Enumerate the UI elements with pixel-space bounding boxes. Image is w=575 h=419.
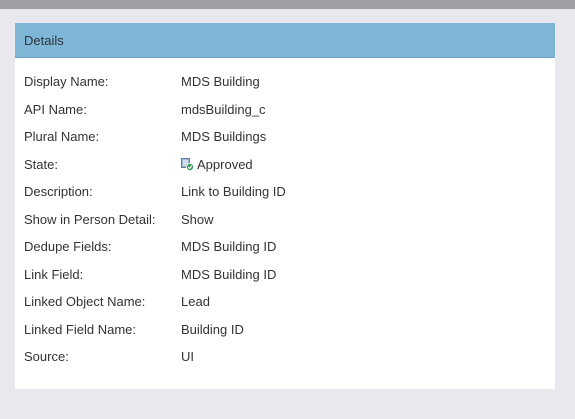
detail-value: UI: [181, 349, 194, 365]
detail-value: Building ID: [181, 321, 244, 337]
state-text: Approved: [197, 156, 253, 172]
approved-state-icon: [181, 157, 194, 171]
detail-row-source: Source: UI: [15, 343, 555, 371]
detail-value: Show: [181, 211, 214, 227]
detail-label: Show in Person Detail:: [24, 211, 156, 227]
detail-row-linked-object-name: Linked Object Name: Lead: [15, 288, 555, 316]
detail-label: Linked Field Name:: [24, 321, 136, 337]
detail-row-show-in-person-detail: Show in Person Detail: Show: [15, 206, 555, 234]
detail-row-display-name: Display Name: MDS Building: [15, 68, 555, 96]
detail-label: Source:: [24, 349, 69, 365]
detail-value: Lead: [181, 294, 210, 310]
detail-row-plural-name: Plural Name: MDS Buildings: [15, 123, 555, 151]
detail-row-state: State: Approved: [15, 151, 555, 179]
detail-value: MDS Building: [181, 74, 260, 90]
detail-value: MDS Building ID: [181, 239, 277, 255]
details-panel: Details Display Name: MDS Building API N…: [15, 23, 555, 389]
detail-value: mdsBuilding_c: [181, 101, 266, 117]
detail-value: Link to Building ID: [181, 184, 286, 200]
details-panel-title: Details: [24, 32, 64, 48]
detail-label: Link Field:: [24, 266, 84, 282]
detail-label: Linked Object Name:: [24, 294, 146, 310]
detail-row-linked-field-name: Linked Field Name: Building ID: [15, 316, 555, 344]
detail-row-description: Description: Link to Building ID: [15, 178, 555, 206]
detail-label: Display Name:: [24, 74, 109, 90]
detail-label: API Name:: [24, 101, 87, 117]
detail-label: Description:: [24, 184, 93, 200]
detail-row-dedupe-fields: Dedupe Fields: MDS Building ID: [15, 233, 555, 261]
detail-row-api-name: API Name: mdsBuilding_c: [15, 96, 555, 124]
details-list: Display Name: MDS Building API Name: mds…: [15, 68, 555, 371]
top-bar: [0, 0, 575, 9]
details-panel-header: Details: [15, 23, 555, 58]
detail-label: Plural Name:: [24, 129, 100, 145]
detail-label: State:: [24, 156, 58, 172]
detail-row-link-field: Link Field: MDS Building ID: [15, 261, 555, 289]
detail-value: MDS Buildings: [181, 129, 267, 145]
detail-label: Dedupe Fields:: [24, 239, 112, 255]
detail-value: MDS Building ID: [181, 266, 277, 282]
detail-value-state: Approved: [172, 157, 253, 172]
